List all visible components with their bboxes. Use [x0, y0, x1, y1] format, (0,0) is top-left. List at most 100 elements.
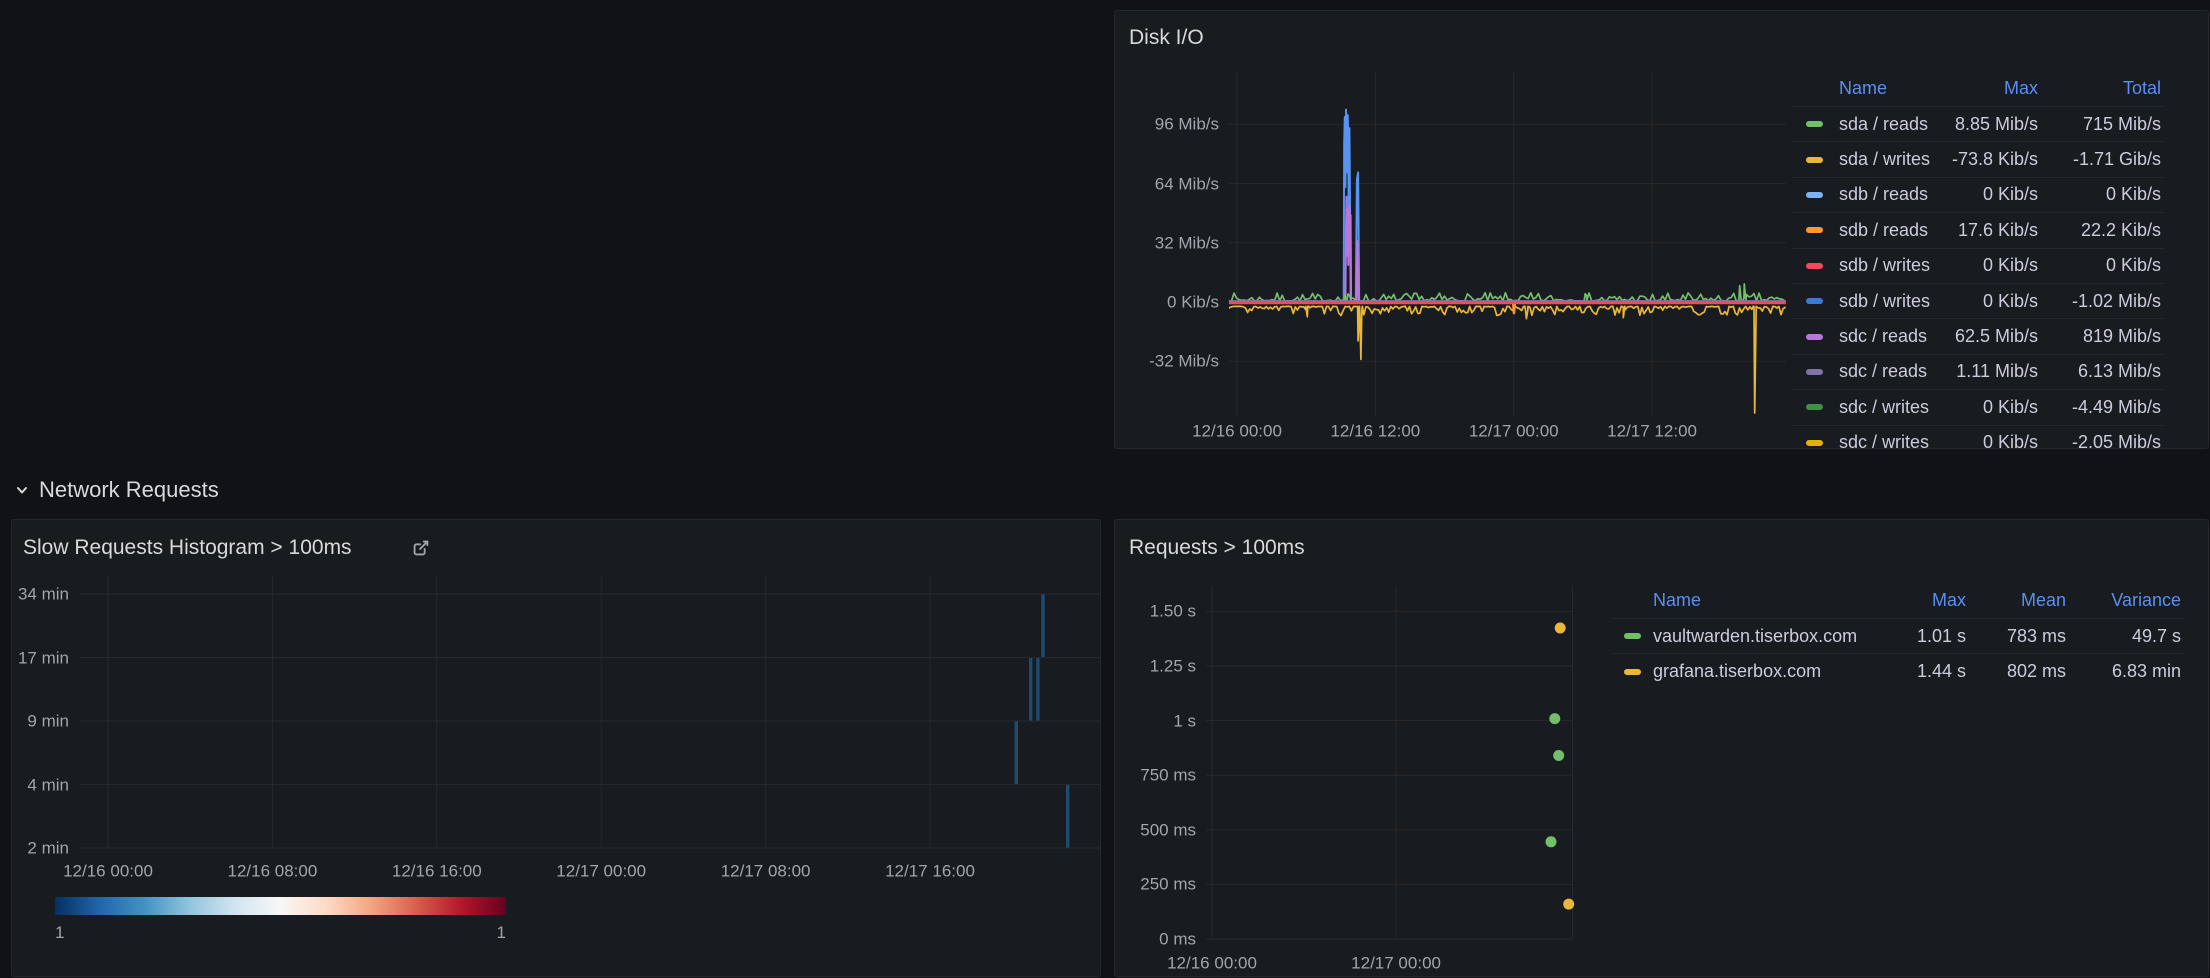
legend-value: 0 Kib/s [1923, 291, 2038, 312]
scatter-point [1553, 750, 1564, 761]
grafana-dashboard: { "theme": { "page_bg": "#111217", "pane… [0, 0, 2210, 978]
axis-label: -32 Mib/s [1149, 353, 1219, 370]
scatter-point [1546, 836, 1557, 847]
legend-series-name: sdb / writes [1839, 291, 1923, 312]
legend-row[interactable]: sdb / reads17.6 Kib/s22.2 Kib/s [1793, 212, 2165, 247]
legend-series-name: grafana.tiserbox.com [1653, 661, 1871, 682]
legend-header-row[interactable]: NameMaxMeanVariance [1611, 583, 2185, 618]
legend-value: 0 Kib/s [2038, 255, 2161, 276]
series-color-swatch [1806, 157, 1823, 163]
legend-value: 819 Mib/s [2038, 326, 2161, 347]
legend-series-name: sda / writes [1839, 149, 1923, 170]
series-color-swatch [1806, 440, 1823, 446]
axis-label: 96 Mib/s [1155, 116, 1219, 133]
axis-label: 12/17 00:00 [556, 863, 646, 880]
legend-row[interactable]: grafana.tiserbox.com1.44 s802 ms6.83 min [1611, 653, 2185, 688]
axis-label: 9 min [27, 713, 69, 730]
disk-io-panel: Disk I/O NameMaxTotalsda / reads8.85 Mib… [1114, 10, 2209, 449]
legend-header-row[interactable]: NameMaxTotal [1793, 71, 2165, 106]
legend-value: 1.44 s [1871, 661, 1966, 682]
axis-label: 12/16 16:00 [392, 863, 482, 880]
axis-label: 0 ms [1159, 931, 1196, 948]
legend-column-header[interactable]: Total [2038, 78, 2161, 99]
requests-chart [1200, 580, 1585, 950]
legend-row[interactable]: sdc / writes0 Kib/s-4.49 Mib/s [1793, 389, 2165, 424]
legend-column-header[interactable]: Mean [1966, 590, 2066, 611]
slow-requests-histogram-panel: Slow Requests Histogram > 100ms 1 1 34 m… [11, 519, 1101, 977]
axis-label: 12/16 00:00 [1192, 423, 1282, 440]
legend-row[interactable]: sdb / reads0 Kib/s0 Kib/s [1793, 177, 2165, 212]
legend-series-name: sdb / reads [1839, 184, 1923, 205]
color-scale-min-label: 1 [55, 924, 64, 941]
heatmap-cell [1015, 722, 1018, 785]
legend-row[interactable]: vaultwarden.tiserbox.com1.01 s783 ms49.7… [1611, 618, 2185, 653]
scatter-point [1549, 713, 1560, 724]
disk-io-legend-table: NameMaxTotalsda / reads8.85 Mib/s715 Mib… [1793, 71, 2165, 449]
series-color-swatch [1806, 121, 1823, 127]
series-color-swatch [1806, 192, 1823, 198]
section-title: Network Requests [39, 477, 219, 503]
legend-column-header[interactable]: Max [1923, 78, 2038, 99]
axis-label: 17 min [18, 649, 69, 666]
legend-series-name: sdb / writes [1839, 255, 1923, 276]
heatmap-cell [1041, 595, 1044, 658]
legend-value: 0 Kib/s [1923, 432, 2038, 449]
external-link-icon[interactable] [410, 537, 432, 559]
legend-series-name: sdc / reads [1839, 361, 1923, 382]
series-color-swatch [1806, 334, 1823, 340]
legend-row[interactable]: sdc / reads1.11 Mib/s6.13 Mib/s [1793, 354, 2165, 389]
axis-label: 4 min [27, 776, 69, 793]
legend-value: 0 Kib/s [2038, 184, 2161, 205]
axis-label: 1.50 s [1150, 603, 1196, 620]
axis-label: 250 ms [1140, 876, 1196, 893]
axis-label: 12/16 00:00 [1167, 955, 1257, 972]
legend-row[interactable]: sdc / reads62.5 Mib/s819 Mib/s [1793, 318, 2165, 353]
legend-value: -73.8 Kib/s [1923, 149, 2038, 170]
series-color-swatch [1624, 633, 1641, 639]
legend-row[interactable]: sdc / writes0 Kib/s-2.05 Mib/s [1793, 425, 2165, 449]
legend-column-header[interactable]: Max [1871, 590, 1966, 611]
legend-value: 6.13 Mib/s [2038, 361, 2161, 382]
legend-column-name[interactable]: Name [1839, 78, 1923, 99]
requests-panel: Requests > 100ms NameMaxMeanVariancevaul… [1114, 519, 2209, 977]
legend-row[interactable]: sda / reads8.85 Mib/s715 Mib/s [1793, 106, 2165, 141]
legend-value: 6.83 min [2066, 661, 2181, 682]
legend-value: 17.6 Kib/s [1923, 220, 2038, 241]
legend-value: 49.7 s [2066, 626, 2181, 647]
series-color-swatch [1624, 669, 1641, 675]
histogram-panel-title[interactable]: Slow Requests Histogram > 100ms [23, 536, 352, 560]
legend-value: -2.05 Mib/s [2038, 432, 2161, 449]
axis-label: 12/17 08:00 [721, 863, 811, 880]
scatter-point [1555, 623, 1566, 634]
axis-label: 64 Mib/s [1155, 175, 1219, 192]
legend-value: 715 Mib/s [2038, 114, 2161, 135]
axis-label: 2 min [27, 840, 69, 857]
series-color-swatch [1806, 404, 1823, 410]
requests-panel-title[interactable]: Requests > 100ms [1129, 536, 1305, 560]
legend-series-name: sdc / writes [1839, 432, 1923, 449]
disk-io-panel-title[interactable]: Disk I/O [1129, 26, 1204, 50]
axis-label: 32 Mib/s [1155, 234, 1219, 251]
legend-series-name: vaultwarden.tiserbox.com [1653, 626, 1871, 647]
axis-label: 34 min [18, 586, 69, 603]
legend-column-name[interactable]: Name [1653, 590, 1871, 611]
heatmap-cell [1029, 658, 1032, 721]
legend-value: 0 Kib/s [1923, 397, 2038, 418]
axis-label: 0 Kib/s [1167, 294, 1219, 311]
section-network-requests[interactable]: Network Requests [13, 477, 219, 503]
axis-label: 12/17 12:00 [1607, 423, 1697, 440]
heatmap-color-scale [55, 897, 506, 915]
heatmap-cell [1036, 658, 1039, 721]
axis-label: 12/17 00:00 [1351, 955, 1441, 972]
legend-column-header[interactable]: Variance [2066, 590, 2181, 611]
axis-label: 1.25 s [1150, 658, 1196, 675]
series-color-swatch [1806, 298, 1823, 304]
axis-label: 1 s [1173, 712, 1196, 729]
disk-io-chart [1225, 66, 1800, 421]
legend-value: 0 Kib/s [1923, 255, 2038, 276]
legend-row[interactable]: sdb / writes0 Kib/s-1.02 Mib/s [1793, 283, 2165, 318]
chevron-down-icon [13, 481, 31, 499]
legend-row[interactable]: sdb / writes0 Kib/s0 Kib/s [1793, 248, 2165, 283]
legend-row[interactable]: sda / writes-73.8 Kib/s-1.71 Gib/s [1793, 141, 2165, 176]
axis-label: 12/17 00:00 [1469, 423, 1559, 440]
